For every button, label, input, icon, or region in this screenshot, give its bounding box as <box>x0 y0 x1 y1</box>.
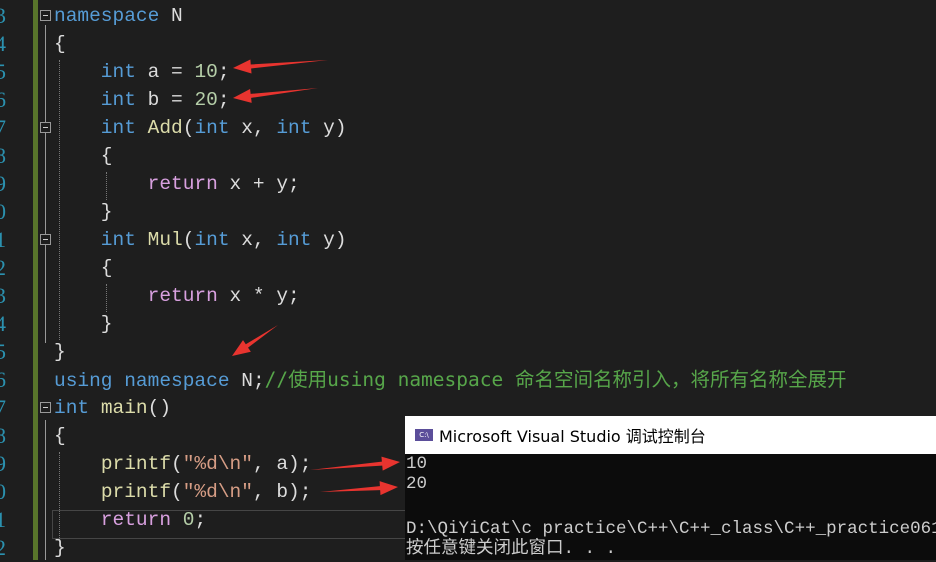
console-title: Microsoft Visual Studio 调试控制台 <box>439 427 706 446</box>
red-arrow-icon <box>233 88 318 103</box>
console-output-line: 按任意键关闭此窗口. . . <box>406 539 617 559</box>
console-output-line: D:\QiYiCat\c practice\C++\C++_class\C++_… <box>406 519 936 539</box>
console-title-bar[interactable]: C:\ Microsoft Visual Studio 调试控制台 <box>405 416 936 454</box>
red-arrow-icon <box>233 59 328 74</box>
debug-console-window[interactable]: C:\ Microsoft Visual Studio 调试控制台 10 20 … <box>405 416 936 560</box>
red-arrow-icon <box>320 481 398 496</box>
red-arrow-icon <box>310 456 400 471</box>
console-output-line: 10 <box>406 454 428 474</box>
red-arrow-icon <box>232 325 278 356</box>
console-app-icon: C:\ <box>415 429 433 441</box>
console-output-line: 20 <box>406 474 428 494</box>
